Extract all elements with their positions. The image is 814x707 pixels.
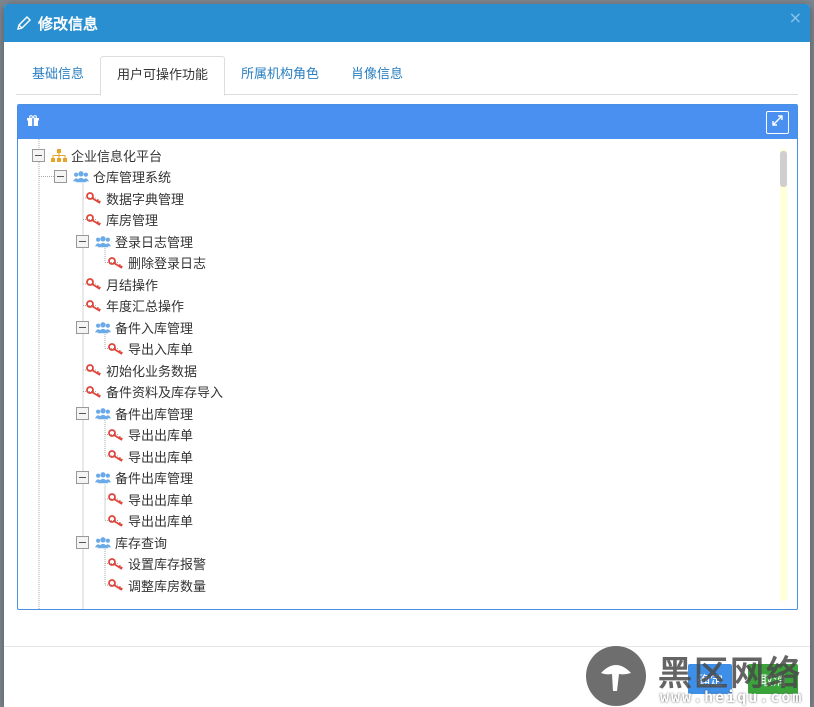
- tree-node-leaf[interactable]: 导出出库单: [108, 489, 193, 509]
- collapse-toggle[interactable]: [76, 535, 89, 549]
- tree-node-leaf[interactable]: 月结操作: [86, 274, 158, 294]
- key-icon: [86, 213, 102, 227]
- tree-node-group[interactable]: 备件入库管理: [76, 317, 193, 337]
- tree-node-label: 仓库管理系统: [93, 171, 172, 186]
- tree-node-label: 月结操作: [106, 278, 159, 294]
- tree-node-label: 库房管理: [106, 214, 159, 229]
- tree-node-label: 初始化业务数据: [106, 364, 198, 380]
- tree-node-label: 删除登录日志: [128, 257, 207, 272]
- users-icon: [95, 471, 111, 485]
- key-icon: [108, 514, 124, 528]
- tree-node-group[interactable]: 备件出库管理: [76, 468, 193, 488]
- key-icon: [108, 492, 124, 506]
- tree-node-label: 备件入库管理: [115, 321, 194, 337]
- key-icon: [108, 449, 124, 463]
- tree-node-system[interactable]: 仓库管理系统: [54, 167, 171, 187]
- tree-node-label: 设置库存报警: [128, 558, 207, 573]
- tree-node-group[interactable]: 登录日志管理: [76, 231, 193, 251]
- tree-node-root[interactable]: 企业信息化平台: [32, 145, 162, 165]
- tree-node-leaf[interactable]: 导出出库单: [108, 511, 193, 531]
- key-icon: [86, 385, 102, 399]
- expand-icon: [771, 114, 784, 131]
- key-icon: [108, 428, 124, 442]
- tree-node-label: 导出出库单: [128, 429, 194, 444]
- tab-user-functions[interactable]: 用户可操作功能: [100, 56, 226, 96]
- org-chart-icon: [51, 148, 67, 162]
- tree-node-leaf[interactable]: 年度汇总操作: [86, 296, 184, 316]
- edit-info-modal: 修改信息 × 基础信息 用户可操作功能 所属机构角色 肖像信息 企业信息化平台仓…: [4, 4, 810, 707]
- close-button[interactable]: ×: [789, 10, 802, 26]
- users-icon: [95, 320, 111, 334]
- tree-node-leaf[interactable]: 导出出库单: [108, 425, 193, 445]
- modal-header: 修改信息 ×: [4, 4, 810, 42]
- watermark-url: www.heiqu.com: [660, 688, 804, 706]
- tree-node-label: 年度汇总操作: [106, 300, 185, 315]
- panel-header: [18, 105, 797, 139]
- expand-button[interactable]: [766, 111, 789, 134]
- tree-node-leaf[interactable]: 数据字典管理: [86, 188, 184, 208]
- key-icon: [86, 191, 102, 205]
- collapse-toggle[interactable]: [76, 234, 89, 248]
- users-icon: [95, 234, 111, 248]
- tab-org-roles[interactable]: 所属机构角色: [225, 56, 335, 95]
- gift-icon: [27, 115, 39, 131]
- tree-node-leaf[interactable]: 库房管理: [86, 210, 158, 230]
- collapse-toggle[interactable]: [76, 320, 89, 334]
- collapse-toggle[interactable]: [76, 406, 89, 420]
- tree-node-leaf[interactable]: 初始化业务数据: [86, 360, 197, 380]
- collapse-toggle[interactable]: [32, 148, 45, 162]
- tree-node-leaf[interactable]: 删除登录日志: [108, 253, 206, 273]
- key-icon: [86, 299, 102, 313]
- key-icon: [108, 342, 124, 356]
- tree-node-leaf[interactable]: 调整库房数量: [108, 575, 206, 595]
- function-tree: 企业信息化平台仓库管理系统数据字典管理 库房管理登录日志管理删除登录日志月结操作年…: [18, 139, 797, 609]
- users-icon: [95, 535, 111, 549]
- tree-node-label: 导出出库单: [128, 450, 194, 466]
- tab-portrait[interactable]: 肖像信息: [335, 56, 419, 95]
- tree-node-label: 数据字典管理: [106, 192, 185, 208]
- tree-node-label: 导出入库单: [128, 343, 194, 358]
- tree-scrollbar[interactable]: [780, 149, 787, 601]
- function-tree-panel: 企业信息化平台仓库管理系统数据字典管理 库房管理登录日志管理删除登录日志月结操作年…: [17, 104, 798, 610]
- key-icon: [108, 557, 124, 571]
- tree-node-label: 调整库房数量: [128, 579, 207, 595]
- users-icon: [95, 406, 111, 420]
- key-icon: [108, 256, 124, 270]
- watermark: 黑区网络 www.heiqu.com: [586, 644, 810, 707]
- tree-node-label: 登录日志管理: [115, 235, 194, 251]
- tree-node-leaf[interactable]: 设置库存报警: [108, 554, 206, 574]
- tab-basic-info[interactable]: 基础信息: [16, 56, 100, 95]
- tree-node-leaf[interactable]: 导出出库单: [108, 446, 193, 466]
- tree-node-label: 备件资料及库存导入: [106, 386, 224, 401]
- scrollbar-thumb[interactable]: [780, 151, 787, 187]
- collapse-toggle[interactable]: [54, 170, 67, 183]
- tree-node-leaf[interactable]: 备件资料及库存导入: [86, 382, 223, 402]
- modal-title: 修改信息: [38, 14, 99, 33]
- collapse-toggle[interactable]: [76, 471, 89, 484]
- watermark-logo: [586, 646, 646, 706]
- tree-node-label: 备件出库管理: [115, 407, 194, 423]
- tree-node-leaf[interactable]: 导出入库单: [108, 339, 193, 359]
- tree-node-label: 导出出库单: [128, 493, 194, 509]
- tree-node-label: 库存查询: [115, 536, 168, 552]
- tree-node-label: 企业信息化平台: [71, 149, 163, 165]
- tree-node-group[interactable]: 库存查询: [76, 532, 167, 552]
- tree-node-group[interactable]: 备件出库管理: [76, 403, 193, 423]
- tree-node-label: 备件出库管理: [115, 472, 194, 487]
- key-icon: [86, 277, 102, 291]
- tab-bar: 基础信息 用户可操作功能 所属机构角色 肖像信息: [16, 56, 798, 96]
- users-icon: [73, 170, 89, 184]
- pencil-icon: [16, 15, 32, 31]
- key-icon: [108, 578, 124, 592]
- key-icon: [86, 363, 102, 377]
- tree-node-label: 导出出库单: [128, 515, 194, 530]
